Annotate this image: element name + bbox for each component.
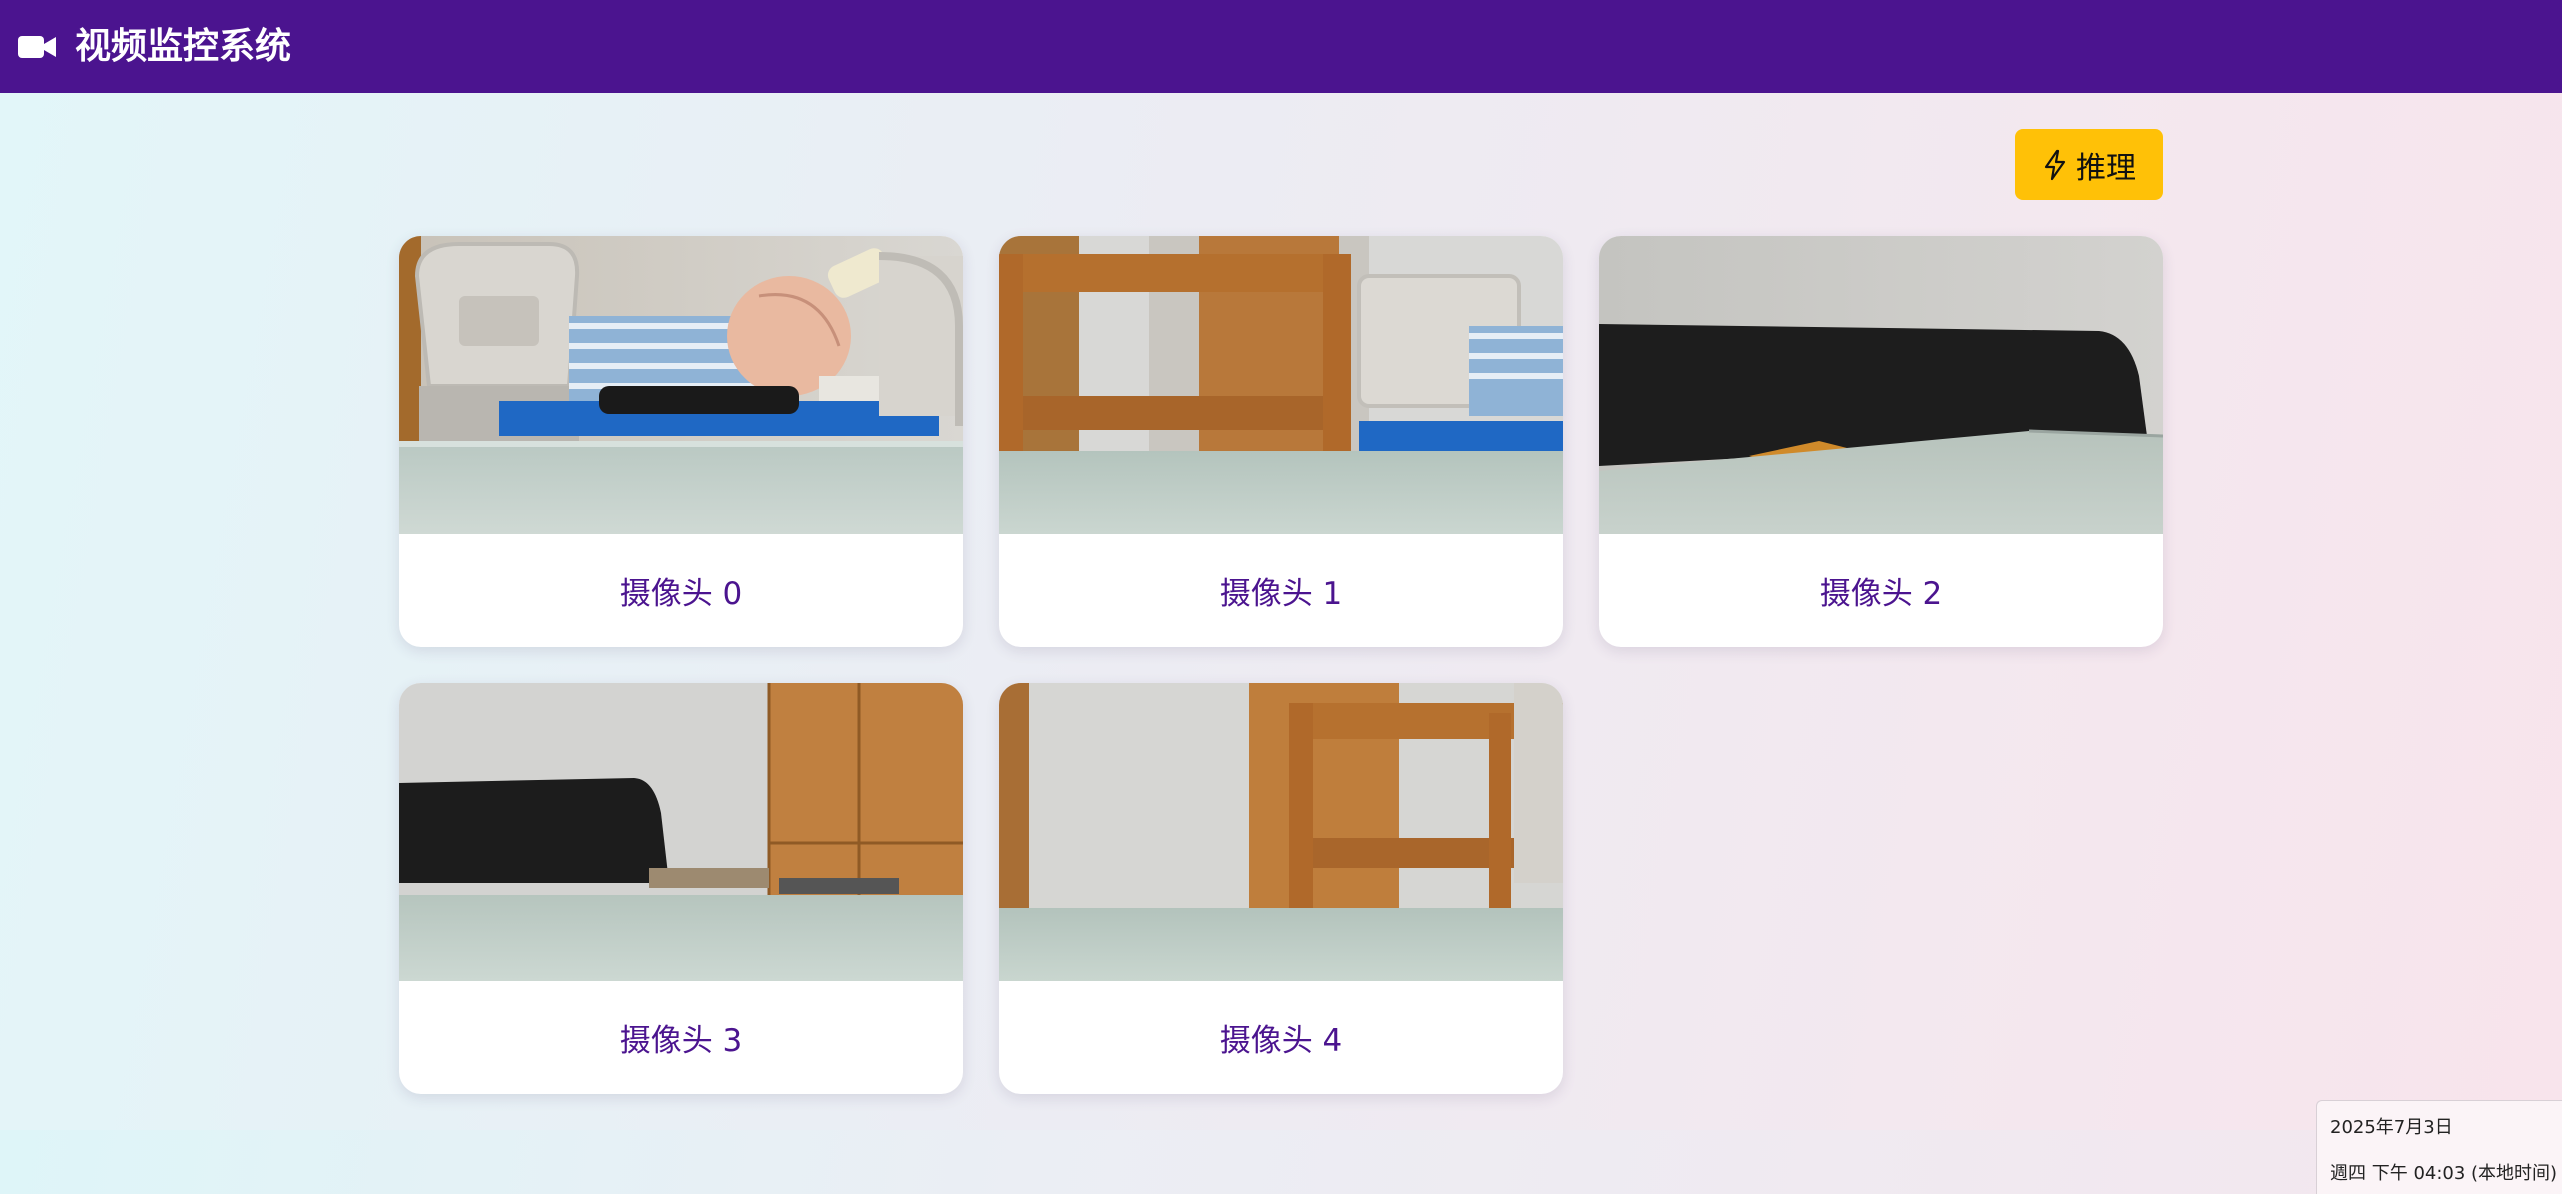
camera-label-3: 摄像头 3 bbox=[619, 1023, 743, 1059]
app-title: 视频监控系统 bbox=[75, 26, 292, 67]
clock-date: 2025年7月3日 bbox=[2330, 1117, 2453, 1138]
camera-label-0: 摄像头 0 bbox=[619, 576, 743, 612]
lightning-bolt-icon bbox=[2044, 149, 2066, 180]
camera-feed-4 bbox=[999, 683, 1563, 981]
camera-card-1[interactable]: 摄像头 1 bbox=[999, 236, 1563, 647]
camera-feed-3 bbox=[399, 683, 963, 981]
inference-button-label: 推理 bbox=[2076, 150, 2136, 186]
camera-card-3[interactable]: 摄像头 3 bbox=[399, 683, 963, 1094]
camera-feed-0 bbox=[399, 236, 963, 534]
app-header: 视频监控系统 bbox=[0, 0, 2562, 93]
clock-widget: 2025年7月3日 週四 下午 04:03 (本地时间) bbox=[2316, 1100, 2562, 1194]
camera-card-4[interactable]: 摄像头 4 bbox=[999, 683, 1563, 1094]
camera-card-0[interactable]: 摄像头 0 bbox=[399, 236, 963, 647]
camera-label-1: 摄像头 1 bbox=[1219, 576, 1343, 612]
camera-card-2[interactable]: 摄像头 2 bbox=[1599, 236, 2163, 647]
camera-label-4: 摄像头 4 bbox=[1219, 1023, 1343, 1059]
clock-time: 週四 下午 04:03 (本地时间) bbox=[2330, 1163, 2558, 1184]
footer-band bbox=[0, 1130, 2562, 1194]
camera-feed-1 bbox=[999, 236, 1563, 534]
video-camera-icon bbox=[18, 36, 56, 58]
camera-feed-2 bbox=[1599, 236, 2163, 534]
camera-label-2: 摄像头 2 bbox=[1819, 576, 1943, 612]
inference-button[interactable]: 推理 bbox=[2015, 129, 2163, 200]
